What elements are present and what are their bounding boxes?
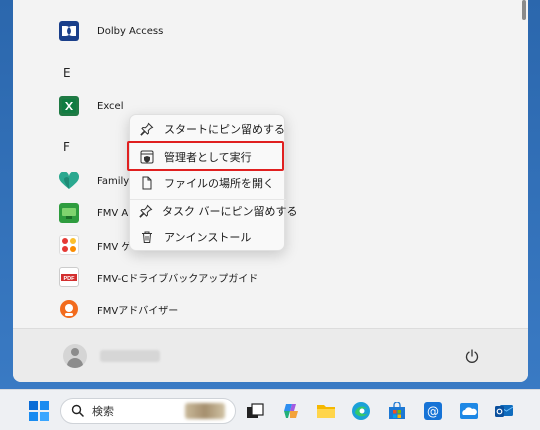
start-icon[interactable] <box>28 400 50 422</box>
advisor-icon <box>59 299 79 319</box>
app-label: Excel <box>97 100 124 112</box>
app-item-excel[interactable]: Excel <box>59 91 124 121</box>
context-menu: スタートにピン留めする 管理者として実行 ファイルの場所を開く タスク バーにピ… <box>129 114 298 251</box>
pin-icon <box>139 203 153 219</box>
copilot-icon[interactable] <box>280 400 302 422</box>
highlight-box <box>127 141 284 171</box>
pin-icon <box>139 121 155 137</box>
excel-icon <box>59 96 79 116</box>
section-letter-e[interactable]: E <box>63 66 71 80</box>
app-item-fmv-advisor[interactable]: FMVアドバイザー <box>59 294 178 324</box>
pdf-icon: PDF <box>59 267 79 287</box>
scrollbar[interactable] <box>522 0 526 20</box>
app-item-fmv-a[interactable]: FMV A <box>59 198 128 228</box>
edge-icon[interactable] <box>350 400 372 422</box>
search-input[interactable]: 検索 <box>60 398 236 424</box>
menu-item-pin-to-taskbar[interactable]: タスク バーにピン留めする <box>130 199 298 223</box>
app-label: Dolby Access <box>97 25 164 37</box>
search-highlight-image <box>185 403 225 419</box>
dolby-icon <box>59 21 79 41</box>
start-footer <box>13 328 528 382</box>
menu-label: タスク バーにピン留めする <box>162 205 298 218</box>
svg-text:PDF: PDF <box>64 276 76 282</box>
menu-item-open-file-location[interactable]: ファイルの場所を開く <box>130 171 286 195</box>
menu-label: ファイルの場所を開く <box>164 177 274 190</box>
onedrive-icon[interactable] <box>458 400 480 422</box>
menu-item-pin-to-start[interactable]: スタートにピン留めする <box>130 117 286 141</box>
menu-label: アンインストール <box>164 231 252 244</box>
section-letter-f[interactable]: F <box>63 140 70 154</box>
app-label: FMV ゲ <box>97 241 132 253</box>
outlook-icon[interactable] <box>493 400 515 422</box>
mail-icon[interactable]: @ <box>422 400 444 422</box>
fmv-green-icon <box>59 203 79 223</box>
app-label: FMVアドバイザー <box>97 305 179 317</box>
avatar-icon[interactable] <box>63 344 87 368</box>
app-item-dolby-access[interactable]: Dolby Access <box>59 16 163 46</box>
search-icon <box>71 402 84 421</box>
family-icon <box>59 171 79 191</box>
file-explorer-icon[interactable] <box>315 400 337 422</box>
file-icon <box>139 175 155 191</box>
app-label: Family <box>97 175 130 187</box>
taskbar: 検索 @ <box>0 389 540 430</box>
menu-item-uninstall[interactable]: アンインストール <box>130 225 286 249</box>
search-placeholder: 検索 <box>92 405 114 418</box>
svg-text:@: @ <box>427 405 439 419</box>
store-icon[interactable] <box>386 400 408 422</box>
app-label: FMV-Cドライブバックアップガイド <box>97 273 259 285</box>
menu-label: スタートにピン留めする <box>164 123 285 136</box>
power-icon[interactable] <box>463 347 481 365</box>
app-item-fmv-game[interactable]: FMV ゲ <box>59 230 131 260</box>
app-item-family[interactable]: Family <box>59 166 129 196</box>
user-name-blurred[interactable] <box>100 350 160 362</box>
trash-icon <box>139 229 155 245</box>
app-item-fmv-c-backup[interactable]: PDF FMV-Cドライブバックアップガイド <box>59 262 258 292</box>
fmv-game-icon <box>59 235 79 255</box>
app-label: FMV A <box>97 207 129 219</box>
task-view-icon[interactable] <box>244 400 266 422</box>
